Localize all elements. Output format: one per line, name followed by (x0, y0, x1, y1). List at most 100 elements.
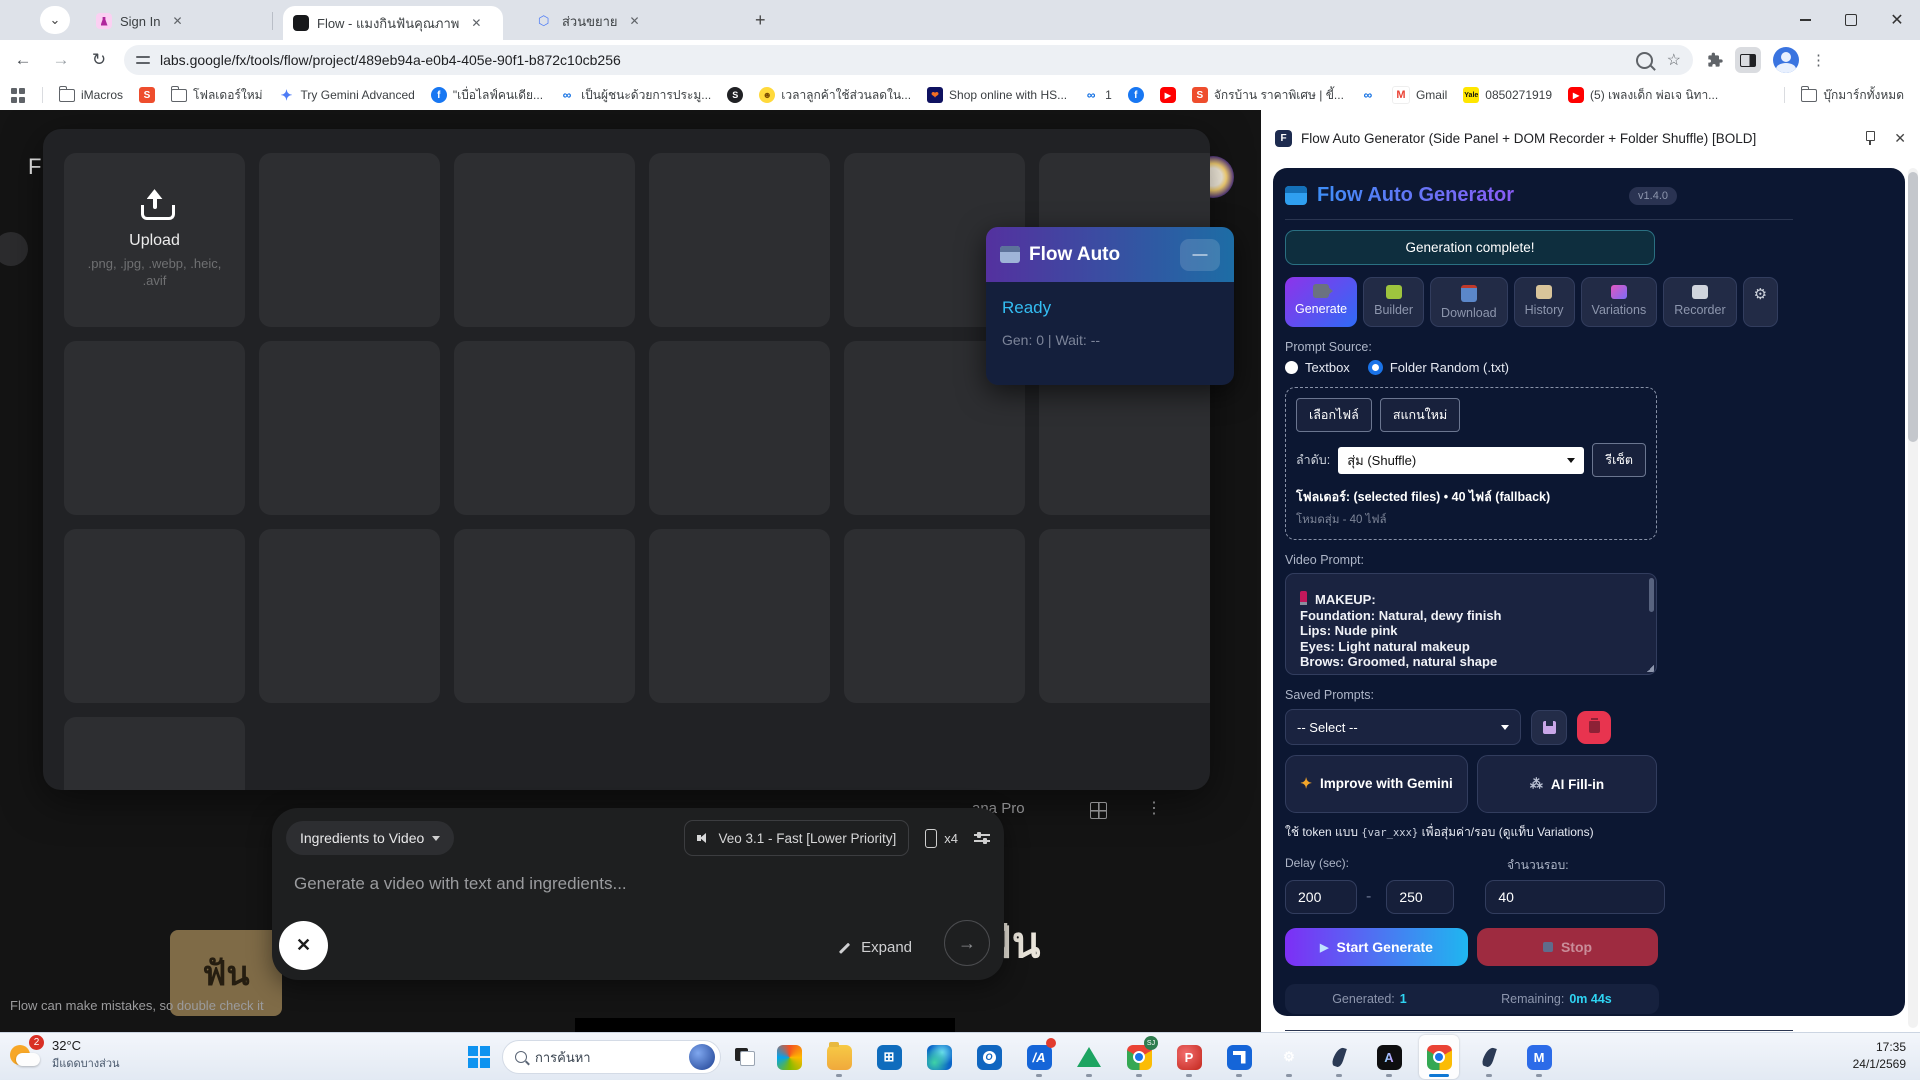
zoom-indicator-icon[interactable] (1636, 52, 1653, 69)
pin-icon[interactable] (1865, 131, 1874, 145)
quill-app-icon-2[interactable] (1469, 1035, 1509, 1079)
chrome-active-icon[interactable] (1419, 1035, 1459, 1079)
outlook-icon[interactable]: O (969, 1035, 1009, 1079)
side-panel-toggle-icon[interactable] (1735, 47, 1761, 73)
textarea-scrollbar[interactable] (1649, 578, 1654, 612)
bookmark-folder-imacros[interactable]: iMacros (59, 87, 123, 103)
address-bar[interactable]: labs.google/fx/tools/flow/project/489eb9… (124, 45, 1693, 75)
tab-download[interactable]: Download (1430, 277, 1508, 327)
close-modal-button[interactable]: ✕ (279, 921, 328, 970)
bookmark-meta-1[interactable]: ∞เป็นผู้ชนะด้วยการประมู... (559, 86, 711, 105)
improve-with-gemini-button[interactable]: ✦Improve with Gemini (1285, 755, 1468, 813)
upload-tile[interactable]: Upload .png, .jpg, .webp, .heic,.avif (64, 153, 245, 327)
radio-textbox[interactable]: Textbox (1285, 360, 1350, 375)
bookmark-facebook-2[interactable]: f (1128, 87, 1144, 103)
all-bookmarks-folder[interactable]: บุ๊กมาร์กทั้งหมด (1801, 86, 1904, 105)
blue-m-app-icon[interactable]: M (1519, 1035, 1559, 1079)
maximize-window-button[interactable] (1828, 0, 1874, 40)
image-slot[interactable] (454, 529, 635, 703)
image-slot[interactable] (844, 529, 1025, 703)
mode-selector[interactable]: Ingredients to Video (286, 821, 454, 855)
tab-recorder[interactable]: Recorder (1663, 277, 1736, 327)
bookmark-facebook-1[interactable]: f"เบื่อไลฟ์คนเดีย... (431, 86, 543, 105)
widget-minimize-button[interactable]: — (1180, 239, 1220, 271)
dark-a-app-icon[interactable]: A (1369, 1035, 1409, 1079)
bookmark-folder-new[interactable]: โฟลเดอร์ใหม่ (171, 86, 263, 105)
widget-header[interactable]: Flow Auto — (986, 227, 1234, 282)
start-button[interactable] (468, 1046, 490, 1068)
flow-auto-widget[interactable]: Flow Auto — Ready Gen: 0 | Wait: -- (986, 227, 1234, 385)
microsoft-store-icon[interactable]: ⊞ (869, 1035, 909, 1079)
menu-dots-icon[interactable]: ⋮ (1811, 51, 1826, 69)
image-slot[interactable] (64, 529, 245, 703)
rounds-input[interactable]: 40 (1485, 880, 1665, 914)
edge-icon[interactable] (919, 1035, 959, 1079)
ai-fill-in-button[interactable]: ⁂AI Fill-in (1477, 755, 1657, 813)
bookmark-youtube-1[interactable]: ▶ (1160, 87, 1176, 103)
settings-sliders-icon[interactable] (974, 831, 990, 845)
imacros-icon[interactable]: /A (1019, 1035, 1059, 1079)
back-icon[interactable]: ← (8, 45, 38, 75)
bookmark-star-icon[interactable]: ☆ (1667, 50, 1681, 70)
bookmark-gemini[interactable]: ✦Try Gemini Advanced (279, 87, 415, 103)
minimize-window-button[interactable] (1782, 0, 1828, 40)
gallery-view-icon[interactable] (1090, 802, 1107, 819)
delete-prompt-button[interactable] (1577, 711, 1611, 744)
rescan-button[interactable]: สแกนใหม่ (1380, 398, 1460, 432)
office-p-icon[interactable]: P (1169, 1035, 1209, 1079)
image-slot[interactable] (649, 153, 830, 327)
image-slot[interactable] (64, 717, 245, 790)
tab-sign-in[interactable]: Sign In ✕ (86, 6, 276, 36)
image-slot[interactable] (454, 153, 635, 327)
model-selector[interactable]: Veo 3.1 - Fast [Lower Priority] (684, 820, 909, 856)
output-count[interactable]: x4 (944, 831, 958, 846)
reload-icon[interactable]: ↻ (84, 45, 114, 75)
saved-prompts-select[interactable]: -- Select -- (1285, 709, 1521, 745)
file-explorer-icon[interactable] (819, 1035, 859, 1079)
close-tab-icon[interactable]: ✕ (471, 16, 481, 30)
more-options-icon[interactable]: ⋮ (1146, 798, 1162, 818)
delay-min-input[interactable]: 200 (1285, 880, 1357, 914)
bookmark-shopee-2[interactable]: Sจักรบ้าน ราคาพิเศษ | ขี้... (1192, 86, 1344, 105)
shuffle-select[interactable]: สุ่ม (Shuffle) (1338, 447, 1584, 474)
image-slot[interactable] (454, 341, 635, 515)
generate-arrow-button[interactable]: → (944, 920, 990, 966)
tab-history[interactable]: History (1514, 277, 1575, 327)
tab-extensions[interactable]: ⬡ ส่วนขยาย ✕ (528, 6, 733, 36)
video-prompt-textarea[interactable]: , , , MAKEUP: Foundation: Natural, dewy … (1285, 573, 1657, 675)
bookmark-shopee[interactable]: S (139, 87, 155, 103)
panel-scrollbar-thumb[interactable] (1908, 172, 1918, 442)
site-info-icon[interactable] (136, 54, 150, 66)
start-generate-button[interactable]: ▶Start Generate (1285, 928, 1468, 966)
image-slot[interactable] (259, 153, 440, 327)
delay-max-input[interactable]: 250 (1386, 880, 1454, 914)
bookmark-emoji[interactable]: ☻เวลาลูกค้าใช้ส่วนลดใน... (759, 86, 911, 105)
image-slot[interactable] (64, 341, 245, 515)
bookmark-gmail[interactable]: MGmail (1392, 86, 1447, 104)
bookmark-youtube-2[interactable]: ▶(5) เพลงเด็ก พ่อเจ นิทา... (1568, 86, 1718, 105)
apps-grid-icon[interactable] (10, 87, 26, 103)
new-tab-button[interactable]: + (755, 10, 766, 31)
quill-app-icon[interactable] (1319, 1035, 1359, 1079)
radio-folder-random[interactable]: Folder Random (.txt) (1368, 360, 1509, 375)
taskbar-clock[interactable]: 17:35 24/1/2569 (1853, 1039, 1906, 1073)
close-tab-icon[interactable]: ✕ (630, 14, 640, 28)
tab-search-chevron-icon[interactable]: ⌄ (40, 6, 70, 34)
prompt-input[interactable]: Generate a video with text and ingredien… (294, 874, 627, 894)
settings-gear-icon[interactable]: ⚙ (1269, 1035, 1309, 1079)
choose-file-button[interactable]: เลือกไฟล์ (1296, 398, 1372, 432)
image-slot[interactable] (649, 529, 830, 703)
taskbar-search[interactable]: การค้นหา (502, 1040, 721, 1074)
extensions-puzzle-icon[interactable] (1707, 52, 1723, 68)
bookmark-meta-2[interactable]: ∞1 (1083, 87, 1112, 103)
reset-button[interactable]: รีเซ็ต (1592, 443, 1646, 477)
bookmark-meta-3[interactable]: ∞ (1360, 87, 1376, 103)
tab-variations[interactable]: Variations (1581, 277, 1658, 327)
image-slot[interactable] (1039, 529, 1210, 703)
bookmark-lazada[interactable]: ❤Shop online with HS... (927, 87, 1067, 103)
forward-icon[interactable]: → (46, 45, 76, 75)
aspect-ratio-icon[interactable] (925, 829, 937, 848)
tab-flow[interactable]: Flow - แมงกินฟันคุณภาพ ✕ (283, 6, 503, 40)
close-window-button[interactable]: ✕ (1874, 0, 1920, 40)
task-view-icon[interactable] (735, 1048, 755, 1066)
